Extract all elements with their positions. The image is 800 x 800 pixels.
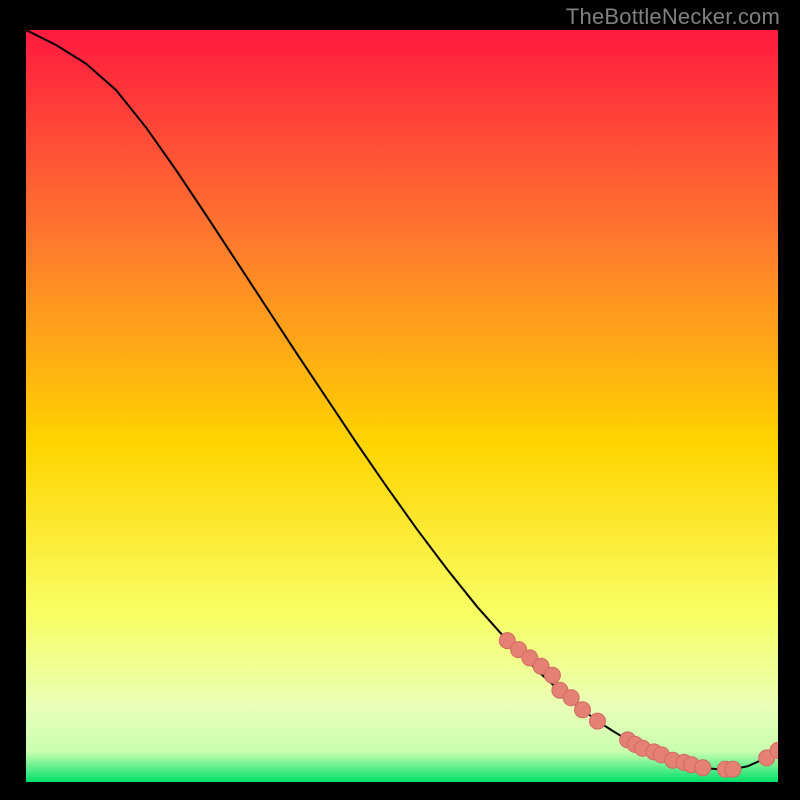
data-marker: [544, 667, 560, 683]
data-marker: [575, 702, 591, 718]
attribution-text: TheBottleNecker.com: [566, 4, 780, 30]
data-marker: [590, 713, 606, 729]
gradient-background: [26, 30, 778, 782]
data-marker: [695, 760, 711, 776]
bottleneck-chart: [26, 30, 778, 782]
plot-area: [26, 30, 778, 782]
data-marker: [725, 761, 741, 777]
chart-frame: TheBottleNecker.com: [0, 0, 800, 800]
data-marker: [563, 690, 579, 706]
